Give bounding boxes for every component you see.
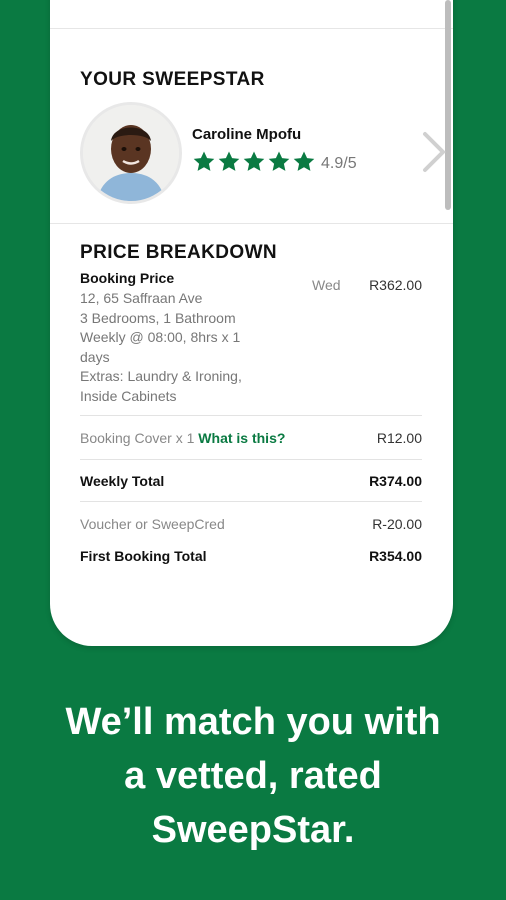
divider <box>80 415 422 416</box>
divider <box>50 223 453 224</box>
booking-cover-amount: R12.00 <box>376 430 422 446</box>
avatar-portrait <box>83 105 179 201</box>
sweepstar-name: Caroline Mpofu <box>192 126 302 143</box>
voucher-label: Voucher or SweepCred <box>80 516 225 532</box>
detail-line: Extras: Laundry & Ironing, <box>80 368 242 384</box>
what-is-this-link[interactable]: What is this? <box>198 430 285 446</box>
chevron-right-icon[interactable] <box>420 130 448 174</box>
rating-value: 4.9/5 <box>321 155 357 172</box>
booking-day: Wed <box>312 277 341 293</box>
tagline-line-2: a vetted, rated <box>124 755 382 797</box>
scrollbar[interactable] <box>445 0 451 210</box>
star-icon <box>193 151 215 171</box>
price-breakdown-title: PRICE BREAKDOWN <box>80 242 278 263</box>
phone-card: YOUR SWEEPSTAR Caroline Mpofu 4.9/5 PRIC… <box>50 0 453 646</box>
booking-amount: R362.00 <box>369 277 422 293</box>
star-icon <box>218 151 240 171</box>
detail-line: 12, 65 Saffraan Ave <box>80 290 203 306</box>
booking-cover-row: Booking Cover x 1 What is this? <box>80 430 285 446</box>
star-icon <box>268 151 290 171</box>
divider <box>80 459 422 460</box>
weekly-total-label: Weekly Total <box>80 473 165 489</box>
avatar[interactable] <box>80 102 182 204</box>
detail-line: 3 Bedrooms, 1 Bathroom <box>80 309 236 326</box>
weekly-total-amount: R374.00 <box>369 473 422 489</box>
tagline-line-1: We’ll match you with <box>65 701 441 743</box>
divider <box>80 501 422 502</box>
star-icon <box>293 151 315 171</box>
detail-line: Inside Cabinets <box>80 387 177 404</box>
star-rating <box>192 150 316 174</box>
booking-price-label: Booking Price <box>80 270 175 286</box>
detail-line: Weekly @ 08:00, 8hrs x 1 <box>80 329 241 345</box>
star-icon <box>243 151 265 171</box>
voucher-amount: R-20.00 <box>372 516 422 532</box>
booking-cover-label: Booking Cover x 1 <box>80 430 195 446</box>
first-booking-total-label: First Booking Total <box>80 548 207 564</box>
booking-details: 12, 65 Saffraan Ave 3 Bedrooms, 1 Bathro… <box>80 289 280 406</box>
divider <box>50 28 453 29</box>
sweepstar-title: YOUR SWEEPSTAR <box>80 69 265 90</box>
tagline-line-3: SweepStar. <box>151 809 355 851</box>
first-booking-total-amount: R354.00 <box>369 548 422 564</box>
detail-line: days <box>80 348 110 365</box>
